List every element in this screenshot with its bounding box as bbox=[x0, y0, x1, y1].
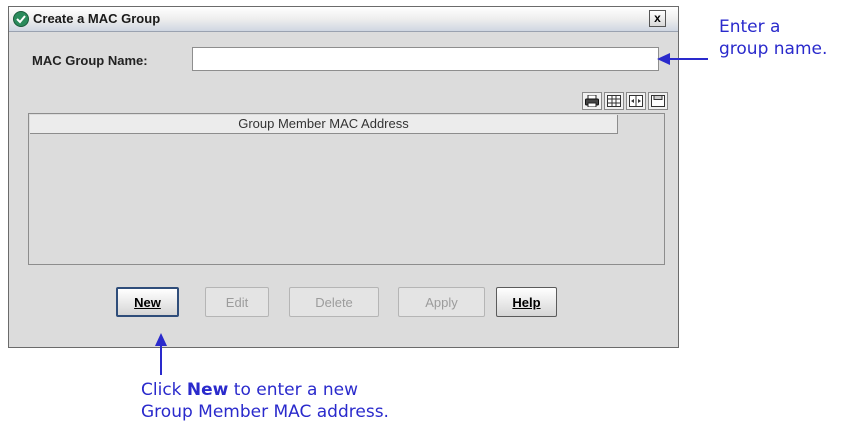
new-note-line2: Group Member MAC address. bbox=[141, 402, 389, 422]
delete-button[interactable]: Delete bbox=[289, 287, 379, 317]
column-header-mac-address[interactable]: Group Member MAC Address bbox=[30, 115, 618, 134]
table-header-corner bbox=[618, 115, 663, 134]
save-icon[interactable] bbox=[648, 92, 668, 110]
help-button-label: Help bbox=[512, 294, 541, 310]
columns-icon[interactable] bbox=[626, 92, 646, 110]
table-view-icon[interactable] bbox=[604, 92, 624, 110]
new-annotation: Click New to enter a new Group Member MA… bbox=[141, 379, 389, 423]
new-note-prefix: Click bbox=[141, 380, 187, 400]
create-mac-group-dialog: Create a MAC Group x MAC Group Name: Gro… bbox=[8, 6, 679, 348]
title-bar[interactable]: Create a MAC Group x bbox=[9, 7, 678, 32]
new-note-suffix: to enter a new bbox=[228, 380, 358, 400]
close-button[interactable]: x bbox=[649, 10, 666, 27]
apply-button-label: Apply bbox=[425, 294, 458, 310]
name-note-line2: group name. bbox=[719, 39, 828, 59]
name-annotation: Enter a group name. bbox=[719, 16, 827, 60]
app-icon bbox=[13, 11, 29, 27]
dialog-title: Create a MAC Group bbox=[33, 11, 161, 26]
name-note-line1: Enter a bbox=[719, 17, 781, 37]
group-name-label: MAC Group Name: bbox=[32, 53, 148, 68]
print-icon[interactable] bbox=[582, 92, 602, 110]
new-note-line1: Click New to enter a new bbox=[141, 379, 389, 401]
group-name-input[interactable] bbox=[192, 47, 659, 71]
edit-button-label: Edit bbox=[225, 294, 249, 310]
new-note-bold: New bbox=[186, 380, 229, 400]
help-button[interactable]: Help bbox=[496, 287, 557, 317]
edit-button[interactable]: Edit bbox=[205, 287, 269, 317]
group-member-table[interactable]: Group Member MAC Address bbox=[28, 113, 665, 265]
delete-button-label: Delete bbox=[315, 294, 353, 310]
new-button[interactable]: New bbox=[116, 287, 179, 317]
new-button-label: New bbox=[134, 294, 161, 310]
apply-button[interactable]: Apply bbox=[398, 287, 485, 317]
